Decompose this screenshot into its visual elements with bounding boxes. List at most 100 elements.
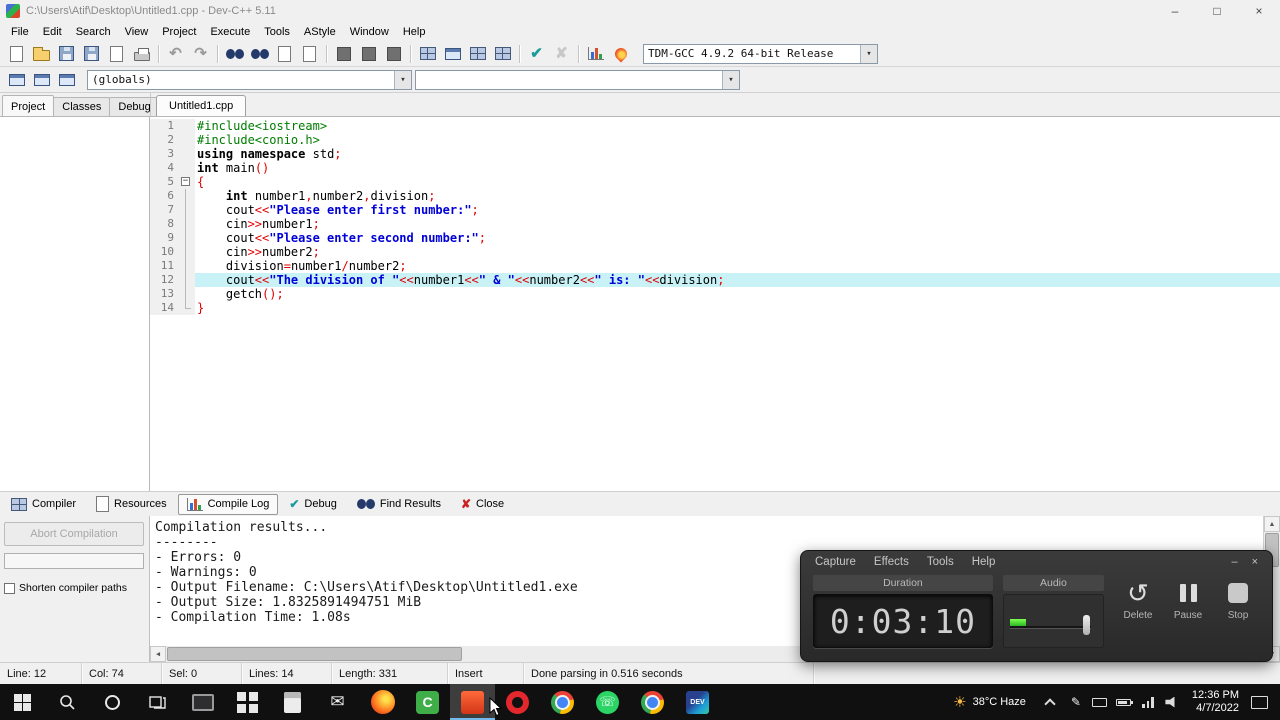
pause-recording-button[interactable]: Pause <box>1166 575 1210 648</box>
show-hidden-icons-chevron-icon[interactable] <box>1044 697 1056 710</box>
recorder-menu-help[interactable]: Help <box>972 556 996 568</box>
editor-tab-untitled1[interactable]: Untitled1.cpp <box>156 95 247 116</box>
search-button[interactable] <box>45 684 90 720</box>
profiling-analysis-icon[interactable] <box>608 43 633 65</box>
recorder-menu-tools[interactable]: Tools <box>927 556 954 568</box>
audio-slider-track[interactable] <box>1009 626 1091 629</box>
checkbox-box[interactable] <box>4 582 15 594</box>
syntax-check-icon[interactable] <box>440 43 465 65</box>
new-source-icon[interactable] <box>4 43 29 65</box>
weather-widget[interactable]: ☀ 38°C Haze <box>943 684 1036 720</box>
scroll-left-icon[interactable]: ◀ <box>150 646 166 662</box>
open-icon[interactable] <box>29 43 54 65</box>
tab-close[interactable]: ✘ Close <box>452 494 513 515</box>
shorten-paths-checkbox[interactable]: Shorten compiler paths <box>4 582 145 594</box>
recorder-menu-capture[interactable]: Capture <box>815 556 856 568</box>
menu-view[interactable]: View <box>118 24 156 40</box>
tab-project[interactable]: Project <box>2 95 55 116</box>
remove-from-project-icon[interactable] <box>29 69 54 91</box>
project-options-icon[interactable] <box>465 43 490 65</box>
print-icon[interactable] <box>129 43 154 65</box>
stop-recording-button[interactable]: Stop <box>1216 575 1260 648</box>
find-next-icon[interactable] <box>272 43 297 65</box>
menu-tools[interactable]: Tools <box>257 24 297 40</box>
volume-tray-icon[interactable] <box>1160 684 1184 720</box>
taskbar-app-mail[interactable]: ✉ <box>315 684 360 720</box>
battery-tray-icon[interactable] <box>1112 684 1136 720</box>
menu-execute[interactable]: Execute <box>203 24 257 40</box>
package-manager-icon[interactable] <box>490 43 515 65</box>
tab-debug[interactable]: ✔ Debug <box>280 494 345 515</box>
tab-compile-log[interactable]: Compile Log <box>177 493 279 515</box>
save-icon[interactable] <box>54 43 79 65</box>
run-icon[interactable] <box>356 43 381 65</box>
fold-collapse-icon[interactable]: − <box>181 177 190 186</box>
status-segment-4: Length: 331 <box>332 663 448 684</box>
taskbar-app-devc-green[interactable]: C <box>405 684 450 720</box>
recorder-menu-effects[interactable]: Effects <box>874 556 909 568</box>
globals-select-arrow-icon[interactable]: ▾ <box>394 70 411 89</box>
compile-progress-bar <box>4 553 144 569</box>
network-tray-icon[interactable] <box>1136 684 1160 720</box>
touch-keyboard-icon[interactable] <box>1088 684 1112 720</box>
menu-window[interactable]: Window <box>343 24 396 40</box>
taskbar-app-whatsapp[interactable]: ☏ <box>585 684 630 720</box>
code-editor[interactable]: 1 #include<iostream> 2 #include<conio.h> 3 us… <box>150 116 1280 491</box>
format-code-icon[interactable]: ✔ <box>524 43 549 65</box>
taskbar-app-chrome2[interactable] <box>630 684 675 720</box>
recorder-minimize-button[interactable]: – <box>1231 556 1237 568</box>
tab-resources[interactable]: Resources <box>87 494 176 515</box>
minimize-button[interactable]: – <box>1154 0 1196 22</box>
compiler-select[interactable]: TDM-GCC 4.9.2 64-bit Release ▾ <box>643 43 878 64</box>
project-browser-panel[interactable] <box>0 116 150 491</box>
start-button[interactable] <box>0 684 45 720</box>
taskbar-app-pc[interactable] <box>180 684 225 720</box>
add-to-project-icon[interactable] <box>4 69 29 91</box>
horizontal-scroll-thumb[interactable] <box>167 647 462 661</box>
tab-compiler[interactable]: Compiler <box>2 494 85 515</box>
tab-find-results[interactable]: Find Results <box>348 494 450 515</box>
taskbar-clock[interactable]: 12:36 PM 4/7/2022 <box>1184 689 1247 715</box>
project-properties-icon[interactable] <box>54 69 79 91</box>
compiler-select-arrow-icon[interactable]: ▾ <box>860 44 877 63</box>
menu-help[interactable]: Help <box>396 24 433 40</box>
main-area: 1 #include<iostream> 2 #include<conio.h> 3 us… <box>0 116 1280 491</box>
globals-select[interactable]: (globals) ▾ <box>87 69 412 90</box>
menu-project[interactable]: Project <box>155 24 203 40</box>
compile-icon[interactable] <box>331 43 356 65</box>
rebuild-icon[interactable] <box>415 43 440 65</box>
window-title: C:\Users\Atif\Desktop\Untitled1.cpp - De… <box>26 5 276 17</box>
members-select-arrow-icon[interactable]: ▾ <box>722 70 739 89</box>
action-center-icon[interactable] <box>1251 695 1268 709</box>
find-icon[interactable] <box>222 43 247 65</box>
menu-search[interactable]: Search <box>69 24 118 40</box>
scroll-up-icon[interactable]: ▲ <box>1264 516 1280 532</box>
task-view-button[interactable] <box>135 684 180 720</box>
menu-edit[interactable]: Edit <box>36 24 69 40</box>
code-text: cin>>number1; <box>197 217 320 231</box>
close-file-icon[interactable] <box>104 43 129 65</box>
replace-icon[interactable] <box>247 43 272 65</box>
remove-format-icon[interactable]: ✘ <box>549 43 574 65</box>
audio-slider-thumb[interactable] <box>1083 615 1090 635</box>
compile-run-icon[interactable] <box>381 43 406 65</box>
maximize-button[interactable]: □ <box>1196 0 1238 22</box>
taskbar-app-calculator[interactable] <box>270 684 315 720</box>
close-button[interactable]: × <box>1238 0 1280 22</box>
recorder-close-button[interactable]: × <box>1252 556 1258 568</box>
fold-marker[interactable]: − <box>178 175 195 189</box>
goto-line-icon[interactable] <box>297 43 322 65</box>
cortana-button[interactable] <box>90 684 135 720</box>
menu-file[interactable]: File <box>4 24 36 40</box>
taskbar-app-store[interactable] <box>225 684 270 720</box>
taskbar-app-chrome[interactable] <box>540 684 585 720</box>
members-select[interactable]: ▾ <box>415 69 740 90</box>
taskbar-app-devcpp[interactable]: DEV <box>675 684 720 720</box>
save-all-icon[interactable] <box>79 43 104 65</box>
delete-recording-button[interactable]: ↺ Delete <box>1116 575 1160 648</box>
tab-classes[interactable]: Classes <box>53 97 111 116</box>
profile-icon[interactable] <box>583 43 608 65</box>
taskbar-app-firefox[interactable] <box>360 684 405 720</box>
pen-tray-icon[interactable]: ✎ <box>1064 684 1088 720</box>
menu-astyle[interactable]: AStyle <box>297 24 343 40</box>
